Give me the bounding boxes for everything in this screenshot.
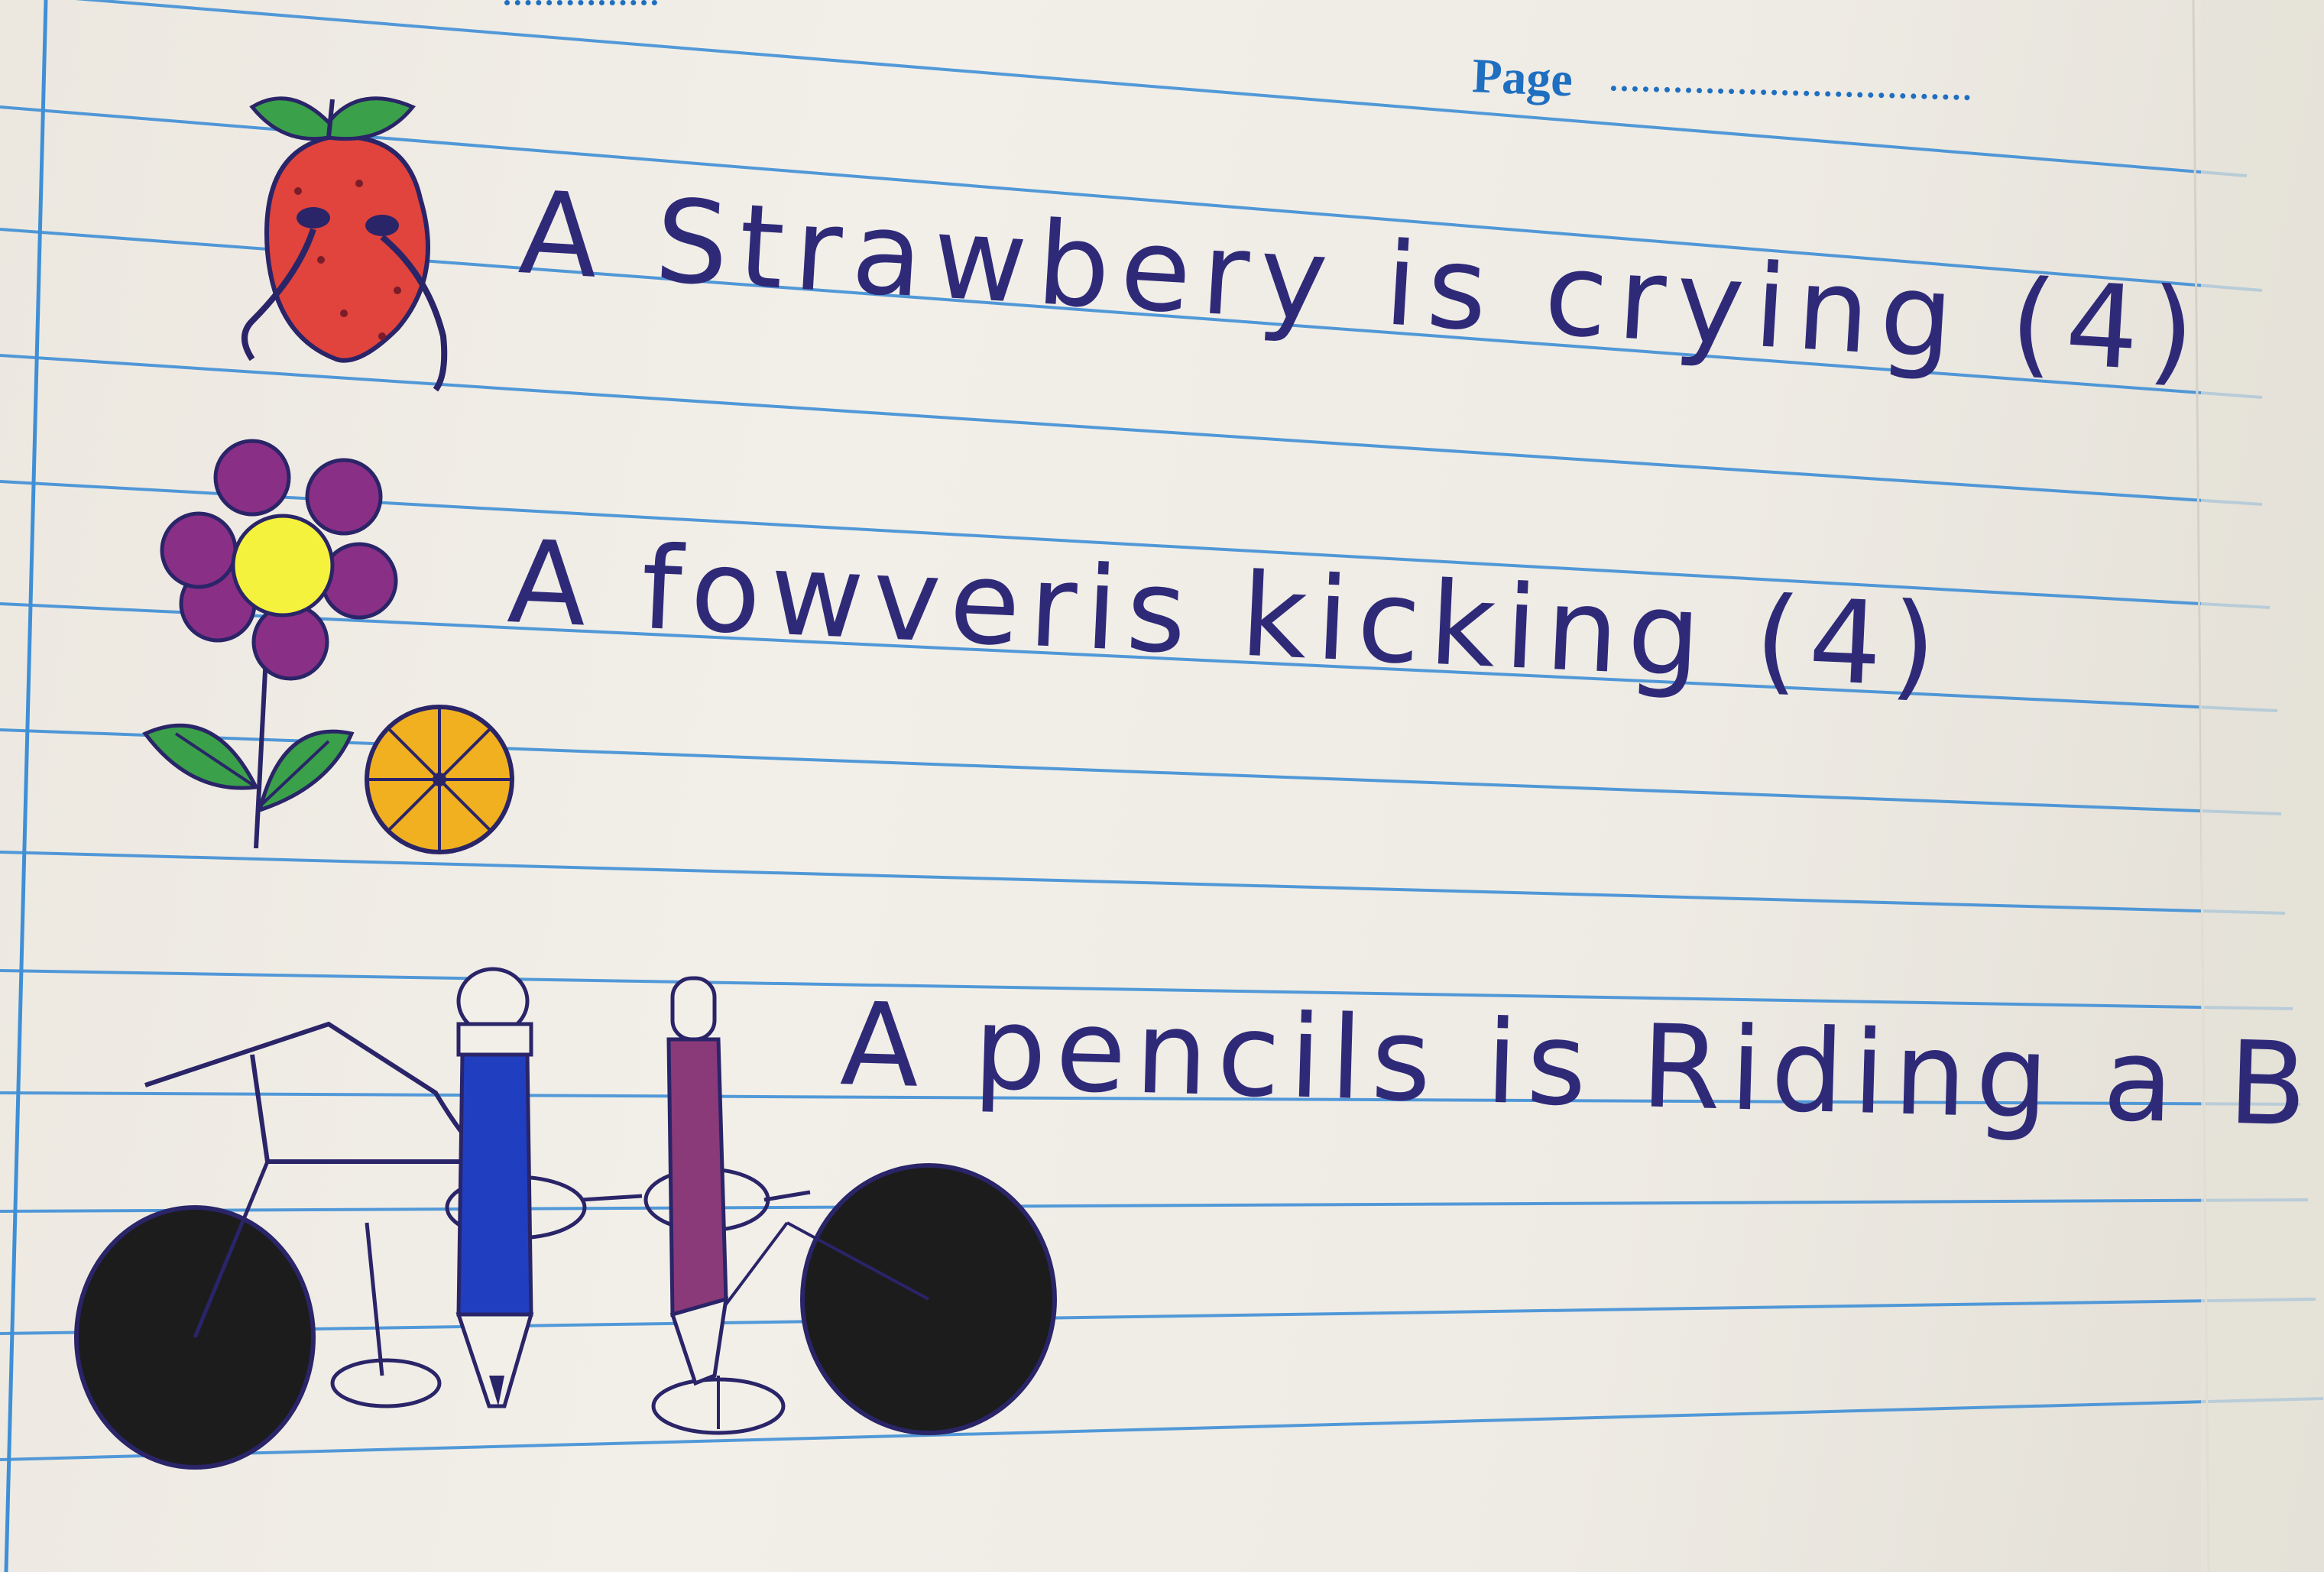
- pencil-drawing: [455, 967, 534, 1408]
- crying-strawberry-drawing: [241, 96, 448, 392]
- pencil-drawing-purple: [666, 976, 729, 1386]
- ball-drawing: [365, 705, 514, 854]
- notebook-page: Page A Strawbery is crying (4) A fowveri…: [0, 0, 2324, 1572]
- flower-drawing: [142, 439, 398, 849]
